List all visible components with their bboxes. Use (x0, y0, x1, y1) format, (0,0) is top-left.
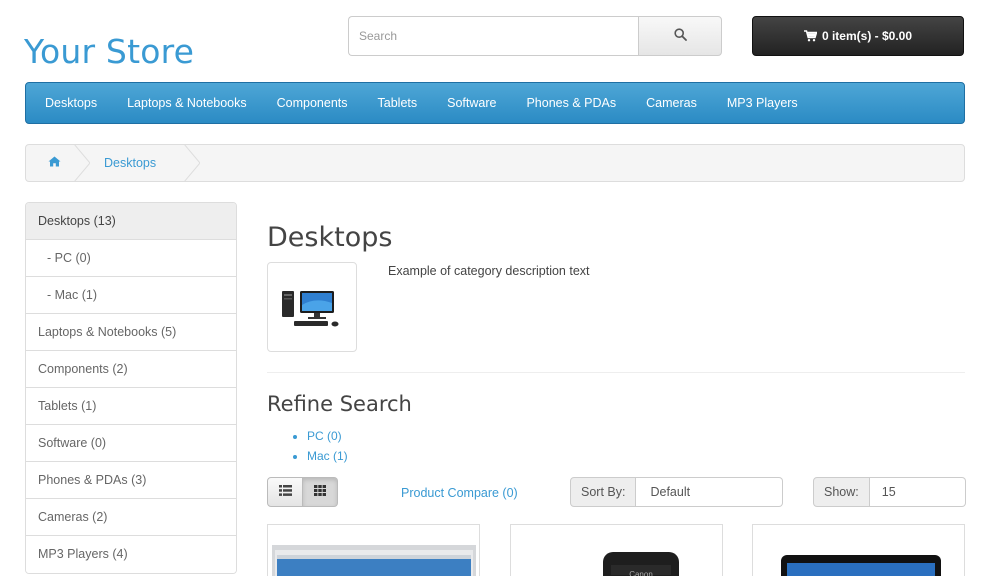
list-view-icon (278, 485, 292, 499)
product-grid: Canon (267, 524, 965, 576)
refine-search-list: PC (0) Mac (1) (267, 426, 965, 466)
refine-link-pc[interactable]: PC (0) (307, 429, 342, 443)
sort-control: Sort By: Default (570, 477, 784, 507)
main-menu: Desktops Laptops & Notebooks Components … (25, 82, 965, 124)
menu-item-cameras[interactable]: Cameras (646, 96, 697, 110)
cart-label: 0 item(s) - $0.00 (821, 29, 913, 43)
breadcrumb: Desktops (25, 144, 965, 182)
home-icon (48, 156, 61, 170)
breadcrumb-desktops[interactable]: Desktops (82, 144, 200, 182)
desktop-computer-image (282, 291, 339, 327)
cart-icon (803, 30, 817, 42)
product-image (272, 545, 476, 576)
search-bar (348, 16, 722, 56)
breadcrumb-link-desktops[interactable]: Desktops (82, 156, 156, 170)
category-sidebar: Desktops (13) - PC (0) - Mac (1) Laptops… (25, 202, 237, 574)
sidebar-item-desktops[interactable]: Desktops (13) (26, 203, 236, 240)
sidebar-item-tablets[interactable]: Tablets (1) (26, 388, 236, 425)
sidebar-item-laptops-notebooks[interactable]: Laptops & Notebooks (5) (26, 314, 236, 351)
category-info: Example of category description text (267, 262, 965, 352)
menu-item-software[interactable]: Software (447, 96, 496, 110)
svg-text:Canon: Canon (629, 570, 653, 576)
main-content: Desktops Example of category description… (267, 218, 966, 507)
divider (267, 372, 965, 373)
product-card[interactable]: Canon (510, 524, 723, 576)
show-control: Show: 15 (813, 477, 966, 507)
sort-select[interactable]: Default (636, 477, 784, 507)
sidebar-item-components[interactable]: Components (2) (26, 351, 236, 388)
cart-button[interactable]: 0 item(s) - $0.00 (752, 16, 964, 56)
product-compare-link[interactable]: Product Compare (0) (401, 486, 518, 500)
sidebar-item-mac[interactable]: - Mac (1) (26, 277, 236, 314)
menu-item-desktops[interactable]: Desktops (45, 96, 97, 110)
breadcrumb-home[interactable] (26, 144, 90, 182)
sidebar-item-phones-pdas[interactable]: Phones & PDAs (3) (26, 462, 236, 499)
product-image (781, 555, 941, 576)
menu-item-components[interactable]: Components (277, 96, 348, 110)
limit-select[interactable]: 15 (869, 477, 966, 507)
list-item: Mac (1) (307, 446, 965, 466)
refine-link-mac[interactable]: Mac (1) (307, 449, 348, 463)
store-logo[interactable]: Your Store (24, 32, 194, 71)
view-toggle (267, 477, 338, 507)
search-button[interactable] (638, 16, 722, 56)
grid-view-icon (314, 485, 326, 499)
menu-item-laptops-notebooks[interactable]: Laptops & Notebooks (127, 96, 247, 110)
grid-view-button[interactable] (303, 477, 338, 507)
refine-search-title: Refine Search (267, 392, 412, 416)
sidebar-item-mp3-players[interactable]: MP3 Players (4) (26, 536, 236, 573)
list-item: PC (0) (307, 426, 965, 446)
show-label: Show: (813, 477, 870, 507)
search-icon (673, 28, 687, 44)
sidebar-item-software[interactable]: Software (0) (26, 425, 236, 462)
product-card[interactable] (752, 524, 965, 576)
menu-item-mp3-players[interactable]: MP3 Players (727, 96, 798, 110)
product-card[interactable] (267, 524, 480, 576)
category-description: Example of category description text (388, 264, 590, 278)
product-toolbar: Product Compare (0) Sort By: Default Sho… (267, 477, 966, 507)
search-input[interactable] (348, 16, 638, 56)
product-image: Canon (603, 552, 679, 576)
sidebar-item-cameras[interactable]: Cameras (2) (26, 499, 236, 536)
menu-item-tablets[interactable]: Tablets (378, 96, 418, 110)
sort-label: Sort By: (570, 477, 637, 507)
page-title: Desktops (267, 222, 393, 253)
category-thumbnail[interactable] (267, 262, 357, 352)
menu-item-phones-pdas[interactable]: Phones & PDAs (526, 96, 616, 110)
sidebar-item-pc[interactable]: - PC (0) (26, 240, 236, 277)
list-view-button[interactable] (267, 477, 303, 507)
